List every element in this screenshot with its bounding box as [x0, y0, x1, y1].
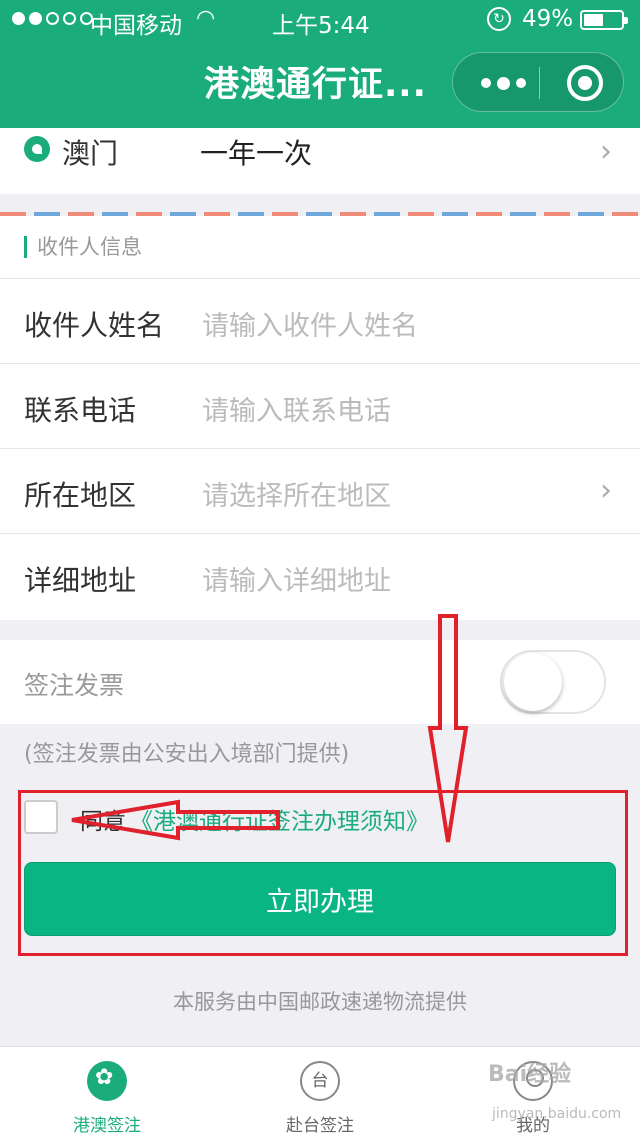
- battery-icon: [580, 10, 628, 30]
- destination-frequency: 一年一次: [200, 137, 313, 170]
- tab-hk-macao[interactable]: 港澳签注: [37, 1047, 177, 1136]
- macao-flag-icon: [24, 136, 50, 162]
- service-note: 本服务由中国邮政速递物流提供: [173, 990, 467, 1014]
- field-label: 所在地区: [24, 479, 137, 512]
- invoice-row: 签注发票: [0, 640, 640, 724]
- region-select[interactable]: 请选择所在地区: [202, 474, 391, 513]
- chevron-right-icon: ›: [600, 134, 612, 169]
- chevron-right-icon: ›: [600, 473, 612, 508]
- battery-percent: 49%: [522, 6, 574, 32]
- section-label: 收件人信息: [24, 236, 142, 258]
- invoice-toggle[interactable]: [500, 650, 606, 714]
- close-icon[interactable]: [567, 65, 603, 101]
- watermark-url: jingyan.baidu.com: [492, 1106, 622, 1122]
- capsule-divider: [539, 67, 540, 99]
- phone-field[interactable]: 联系电话 请输入联系电话: [0, 363, 640, 448]
- address-input[interactable]: 请输入详细地址: [202, 559, 391, 598]
- app-header: 中国移动 ◠ 上午5:44 ↻ 49% 港澳通行证...: [0, 0, 640, 128]
- more-icon[interactable]: [475, 69, 531, 97]
- destination-name: 澳门: [62, 137, 119, 170]
- tab-label: 赴台签注: [286, 1116, 354, 1136]
- field-label: 联系电话: [24, 394, 137, 427]
- invoice-note: (签注发票由公安出入境部门提供): [24, 742, 350, 767]
- signal-icon: [12, 12, 93, 25]
- status-bar: 中国移动 ◠ 上午5:44 ↻ 49%: [0, 0, 640, 40]
- field-label: 详细地址: [24, 564, 137, 597]
- annotation-box: [18, 790, 628, 956]
- miniprogram-capsule: [452, 52, 624, 112]
- recipient-name-field[interactable]: 收件人姓名 请输入收件人姓名: [0, 278, 640, 363]
- taiwan-icon: 台: [300, 1061, 340, 1101]
- tab-taiwan[interactable]: 台 赴台签注: [250, 1047, 390, 1136]
- invoice-label: 签注发票: [24, 671, 125, 700]
- page-title: 港澳通行证...: [204, 65, 427, 105]
- carrier-label: 中国移动: [90, 13, 182, 39]
- status-time: 上午5:44: [272, 13, 370, 39]
- rotation-lock-icon: ↻: [487, 7, 511, 31]
- hk-macao-icon: [87, 1061, 127, 1101]
- address-field[interactable]: 详细地址 请输入详细地址: [0, 533, 640, 618]
- recipient-name-input[interactable]: 请输入收件人姓名: [202, 304, 418, 343]
- wifi-icon: ◠: [196, 6, 216, 31]
- field-label: 收件人姓名: [24, 309, 165, 342]
- tab-label: 港澳签注: [73, 1116, 141, 1136]
- region-field[interactable]: 所在地区 请选择所在地区 ›: [0, 448, 640, 533]
- recipient-section: 收件人信息 收件人姓名 请输入收件人姓名 联系电话 请输入联系电话 所在地区 请…: [0, 216, 640, 620]
- destination-row[interactable]: 澳门 一年一次 ›: [0, 128, 640, 194]
- watermark: Bai经验: [488, 1062, 572, 1087]
- phone-input[interactable]: 请输入联系电话: [202, 389, 391, 428]
